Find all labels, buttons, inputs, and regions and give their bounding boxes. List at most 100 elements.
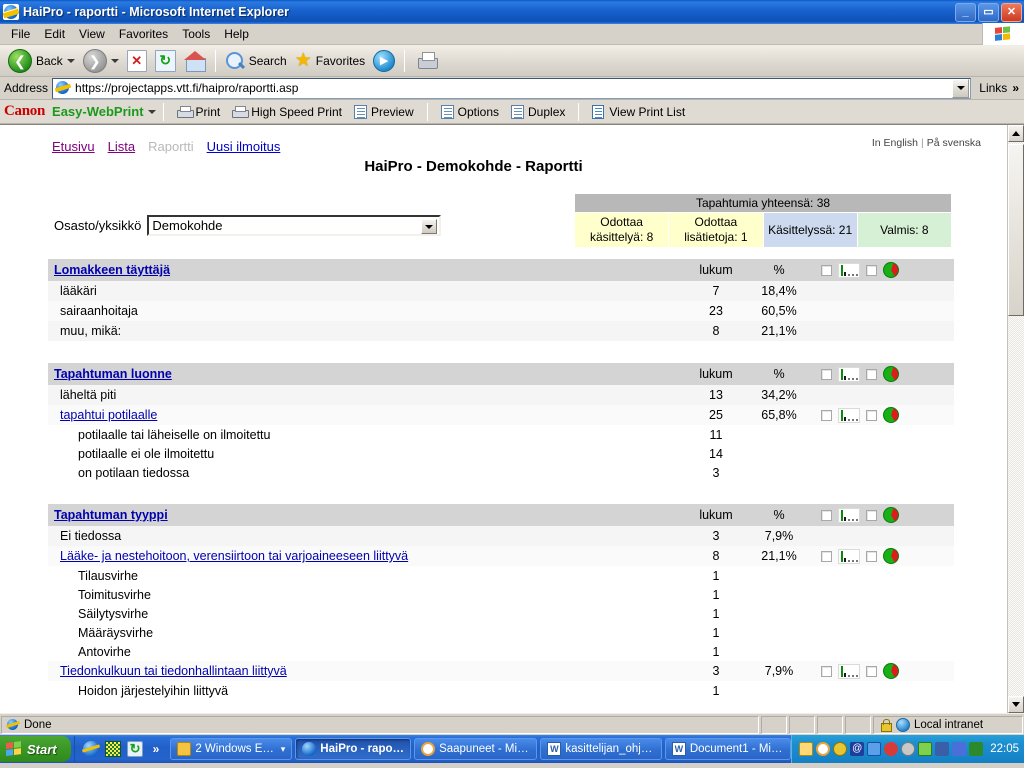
menu-view[interactable]: View [72,25,112,43]
pie-chart-icon[interactable] [883,366,899,382]
canon-high-speed-print-button[interactable]: High Speed Print [226,105,348,119]
easywebprint-chevron-down-icon[interactable] [147,109,156,114]
nav-link-uusi-ilmoitus[interactable]: Uusi ilmoitus [207,139,281,154]
address-input[interactable]: https://projectapps.vtt.fi/haipro/raport… [52,77,972,99]
close-button[interactable]: ✕ [1001,2,1022,22]
restore-button[interactable]: ▭ [978,2,999,22]
menu-tools[interactable]: Tools [175,25,217,43]
forward-button[interactable]: ❯ [79,47,123,75]
mail-icon[interactable] [799,742,814,756]
taskbar-group-chevron-down-icon[interactable]: ▾ [281,744,286,755]
media-button[interactable]: ▶ [369,47,399,75]
quick-launch-ie-icon[interactable] [82,741,99,757]
menu-favorites[interactable]: Favorites [112,25,175,43]
bar-chart-checkbox[interactable] [821,509,832,521]
canon-options-button[interactable]: Options [435,104,505,119]
pie-chart-checkbox[interactable] [866,509,877,521]
department-select[interactable]: Demokohde [147,215,442,236]
bar-chart-checkbox[interactable] [821,665,832,677]
quick-launch-chevron-icon[interactable]: » [153,742,160,756]
scrollbar-thumb[interactable] [1008,144,1024,316]
bar-chart-icon[interactable] [838,407,860,423]
app-icon[interactable] [969,742,984,756]
scroll-up-button[interactable] [1008,125,1024,142]
bar-chart-checkbox[interactable] [821,550,832,562]
chevron-down-icon[interactable] [421,219,438,234]
shield-icon[interactable] [952,742,967,756]
quick-launch-refresh-icon[interactable] [126,741,143,757]
section-title-link[interactable]: Lomakkeen täyttäjä [54,263,170,277]
speaker-icon[interactable] [833,742,848,756]
bar-chart-checkbox[interactable] [821,409,832,421]
canon-view-print-list-button[interactable]: View Print List [586,104,691,119]
start-button[interactable]: Start [0,736,71,762]
menu-file[interactable]: File [4,25,37,43]
favorites-button[interactable]: ★ Favorites [291,47,369,75]
summary-status-cell[interactable]: Odottaa käsittelyä: 8 [573,212,670,248]
scrollbar-track[interactable] [1008,142,1024,696]
quick-launch-qr-icon[interactable] [104,741,121,757]
summary-status-cell[interactable]: Valmis: 8 [856,212,953,248]
bar-chart-icon[interactable] [838,663,860,679]
taskbar-window-button[interactable]: W Document1 - Mic... [664,738,792,760]
taskbar-window-button[interactable]: 2 Windows Ex... ▾ [170,738,293,760]
nav-link-etusivu[interactable]: Etusivu [52,139,95,154]
bar-chart-icon[interactable] [838,507,860,523]
clock-tray-icon[interactable] [816,742,831,756]
refresh-button[interactable]: ↻ [151,47,180,75]
pie-chart-checkbox[interactable] [866,665,877,677]
history-icon[interactable] [901,742,916,756]
network-icon[interactable] [867,742,882,756]
back-button[interactable]: ❮ Back [4,47,79,75]
minimize-button[interactable]: _ [955,2,976,22]
pie-chart-icon[interactable] [883,548,899,564]
tool-icon[interactable] [935,742,950,756]
bar-chart-icon[interactable] [838,366,860,382]
vertical-scrollbar[interactable] [1007,125,1024,713]
row-label-link[interactable]: Lääke- ja nestehoitoon, verensiirtoon ta… [60,549,408,563]
canon-preview-button[interactable]: Preview [348,104,420,119]
language-english-link[interactable]: In English [872,137,918,149]
bar-chart-checkbox[interactable] [821,368,832,380]
pie-chart-icon[interactable] [883,262,899,278]
pie-chart-checkbox[interactable] [866,550,877,562]
forward-history-chevron-down-icon[interactable] [110,58,119,63]
scroll-down-button[interactable] [1008,696,1024,713]
pie-chart-checkbox[interactable] [866,264,877,276]
menu-edit[interactable]: Edit [37,25,72,43]
pie-chart-icon[interactable] [883,663,899,679]
note-icon[interactable] [918,742,933,756]
pie-chart-icon[interactable] [883,507,899,523]
back-history-chevron-down-icon[interactable] [66,58,75,63]
canon-duplex-button[interactable]: Duplex [505,104,571,119]
summary-status-cell[interactable]: Odottaa lisätietoja: 1 [668,212,764,248]
security-zone-pane[interactable]: Local intranet [873,715,1023,734]
pie-chart-checkbox[interactable] [866,409,877,421]
at-sign-icon[interactable]: @ [850,742,865,756]
links-chevron-icon[interactable]: » [1012,81,1019,95]
section-title-link[interactable]: Tapahtuman luonne [54,367,172,381]
bar-chart-icon[interactable] [838,262,860,278]
canon-print-button[interactable]: Print [171,105,227,119]
taskbar-window-button[interactable]: HaiPro - rapor... [295,738,412,760]
row-label-link[interactable]: Tiedonkulkuun tai tiedonhallintaan liitt… [60,664,287,678]
pie-chart-icon[interactable] [883,407,899,423]
nav-link-lista[interactable]: Lista [108,139,135,154]
pie-chart-checkbox[interactable] [866,368,877,380]
bar-chart-icon[interactable] [838,548,860,564]
menu-help[interactable]: Help [217,25,256,43]
taskbar-window-button[interactable]: Saapuneet - Mic... [414,738,538,760]
summary-status-cell[interactable]: Käsittelyssä: 21 [762,212,858,248]
search-button[interactable]: Search [221,47,291,75]
bar-chart-checkbox[interactable] [821,264,832,276]
section-title-link[interactable]: Tapahtuman tyyppi [54,508,168,522]
language-swedish-link[interactable]: På svenska [927,137,981,149]
links-bar[interactable]: Links » [971,81,1022,95]
address-dropdown-chevron-down-icon[interactable] [952,78,970,98]
row-label-link[interactable]: tapahtui potilaalle [60,408,157,422]
taskbar-clock[interactable]: 22:05 [990,743,1019,755]
stop-button[interactable]: ✕ [123,47,151,75]
print-button[interactable] [410,47,444,75]
sync-icon[interactable] [884,742,899,756]
home-button[interactable] [180,47,210,75]
